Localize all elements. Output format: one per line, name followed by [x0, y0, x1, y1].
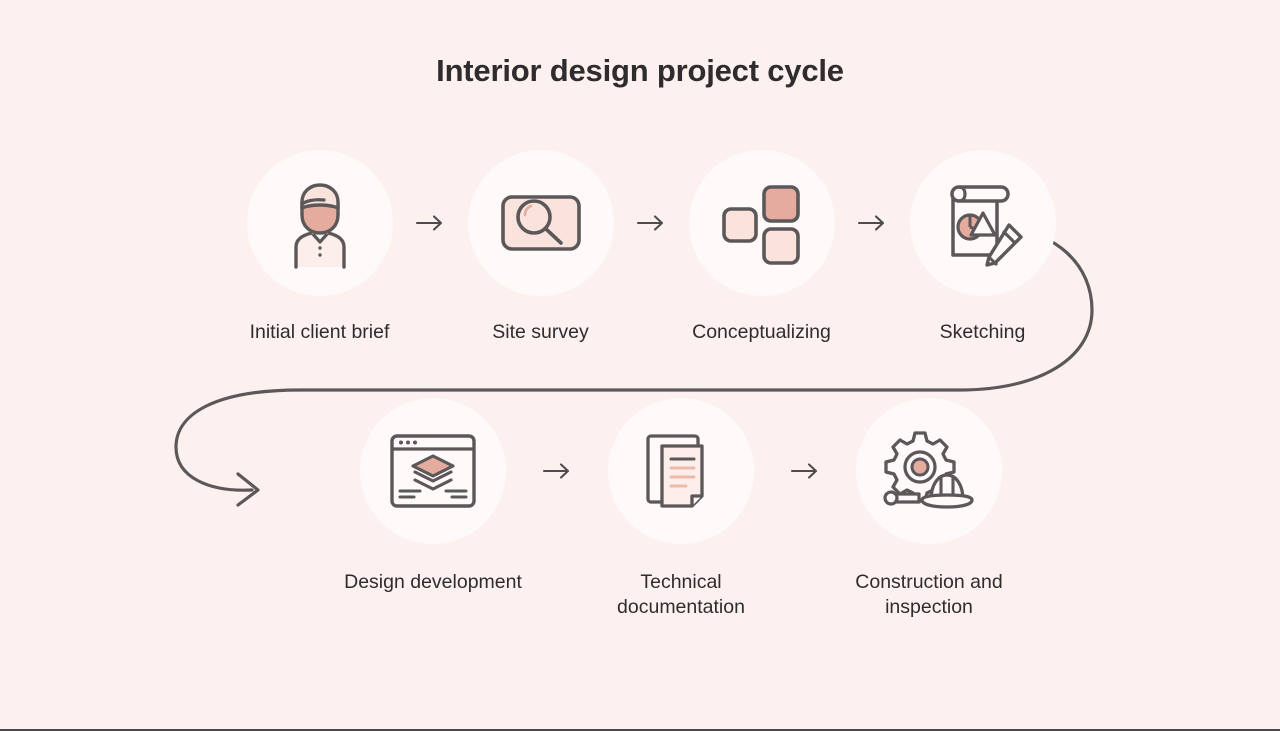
blocks-concept-icon [721, 185, 800, 265]
icon-circle [246, 150, 393, 296]
page-title: Interior design project cycle [436, 53, 844, 88]
client-person-icon [293, 183, 346, 269]
flow-step-label: Design development [344, 571, 522, 593]
gear-hardhat-icon [883, 431, 974, 509]
flow-step-construction-and-inspection[interactable]: Construction and inspection [828, 398, 1030, 620]
flow-row-top: Initial client brief Site survey Concept… [232, 150, 1070, 345]
icon-circle [909, 150, 1056, 296]
icon-circle [360, 398, 506, 544]
browser-layers-icon [390, 434, 476, 508]
flow-step-conceptualizing[interactable]: Conceptualizing [674, 150, 849, 345]
flow-arrow-icon [849, 150, 895, 296]
icon-circle [688, 150, 835, 296]
slide-canvas: Interior design project cycle Initial cl… [0, 0, 1280, 731]
flow-step-technical-documentation[interactable]: Technical documentation [580, 398, 782, 620]
icon-circle [467, 150, 614, 296]
curved-loop-arrow [174, 223, 1094, 507]
flow-arrow-icon [628, 150, 674, 296]
flow-step-label: Technical documentation [617, 571, 745, 618]
flow-step-label: Site survey [492, 321, 589, 343]
flow-row-bottom: Design development Technical documentati… [332, 398, 1030, 620]
flow-arrow-icon [534, 398, 580, 544]
icon-circle [608, 398, 754, 544]
flow-step-design-development[interactable]: Design development [332, 398, 534, 595]
flow-step-label: Conceptualizing [692, 321, 831, 343]
magnifier-survey-icon [500, 195, 581, 251]
flow-step-label: Construction and inspection [855, 571, 1003, 618]
sketchpad-pencil-icon [949, 185, 1023, 267]
documents-icon [646, 434, 704, 508]
flow-step-label: Initial client brief [249, 321, 390, 343]
flow-step-initial-client-brief[interactable]: Initial client brief [232, 150, 407, 345]
flow-arrow-icon [407, 150, 453, 296]
flow-step-site-survey[interactable]: Site survey [453, 150, 628, 345]
icon-circle [856, 398, 1002, 544]
flow-arrow-icon [782, 398, 828, 544]
flow-step-sketching[interactable]: Sketching [895, 150, 1070, 345]
flow-step-label: Sketching [939, 321, 1026, 343]
